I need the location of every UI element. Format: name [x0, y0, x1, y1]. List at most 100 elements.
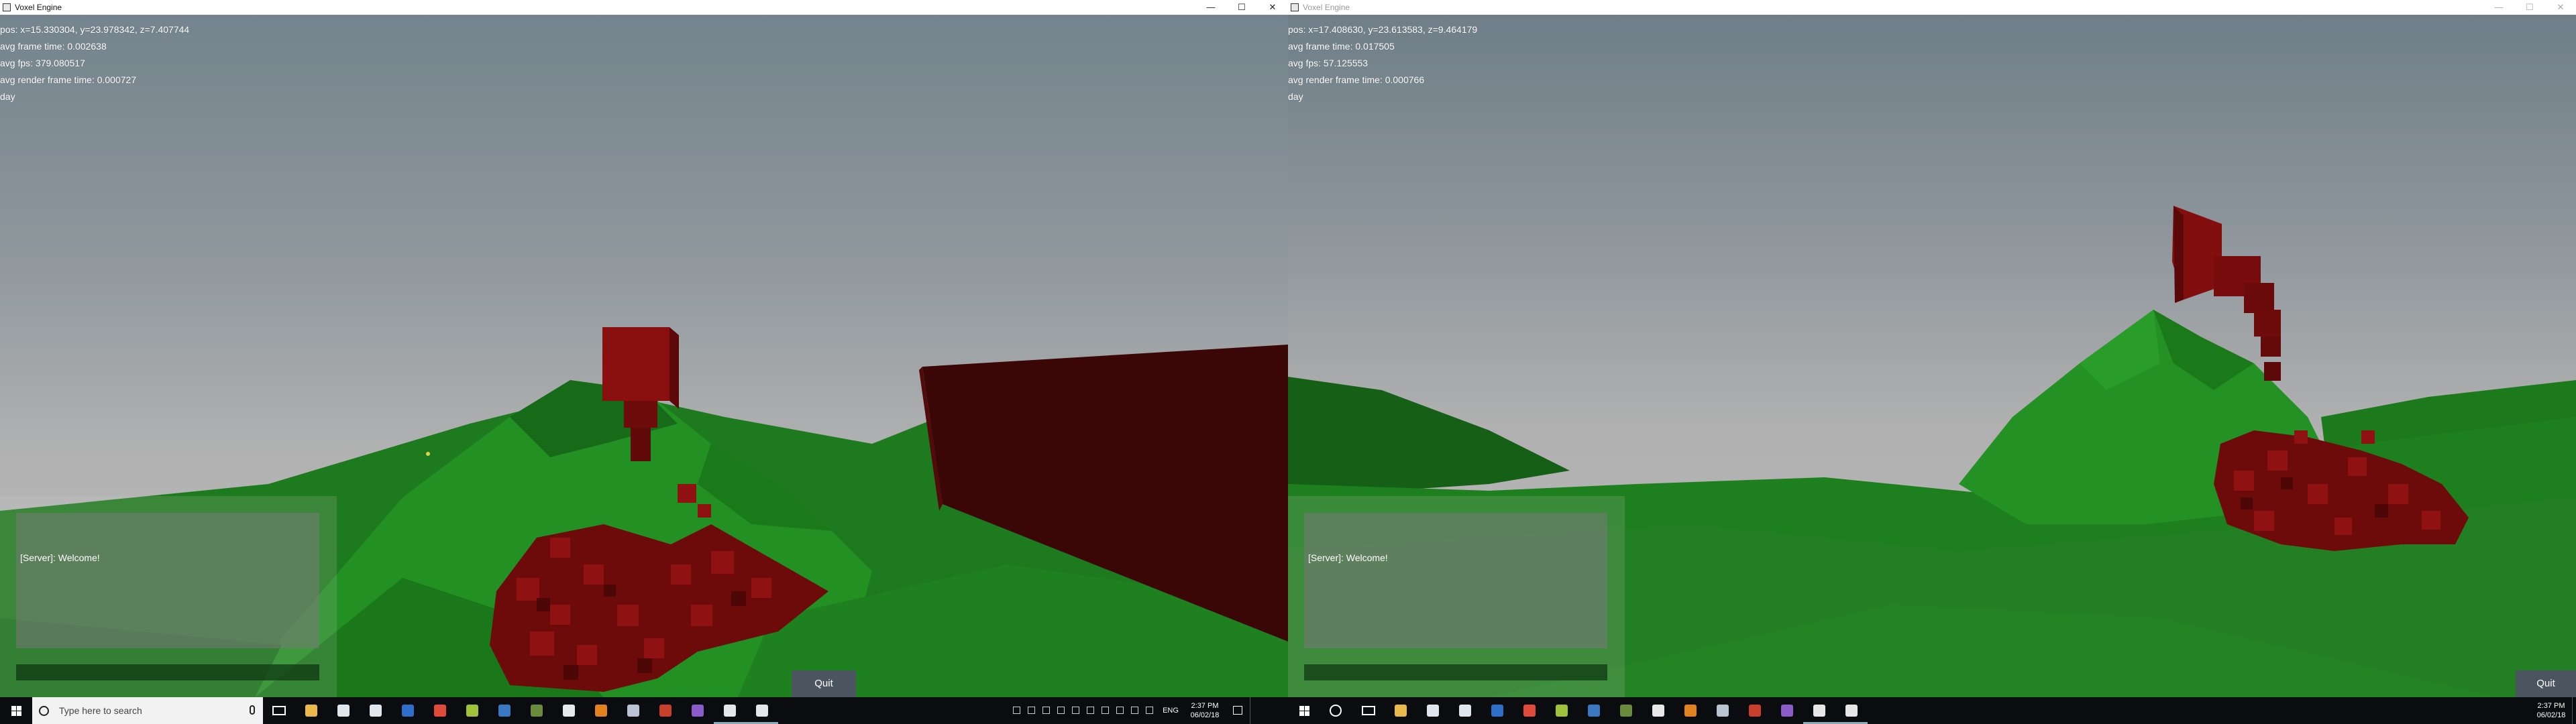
chat-input[interactable]: [16, 664, 319, 680]
taskbar-app-button[interactable]: [1835, 697, 1868, 724]
position-readout: pos: x=17.408630, y=23.613583, z=9.46417…: [1288, 24, 1478, 35]
search-app-icon: [595, 705, 607, 717]
taskbar-app-button[interactable]: [488, 697, 521, 724]
taskbar-app-button[interactable]: [553, 697, 585, 724]
task-view-button[interactable]: [263, 697, 295, 724]
search-placeholder: Type here to search: [59, 705, 142, 716]
game-window-right[interactable]: Voxel Engine — ☐ ✕ pos: x=17.408630, y=2…: [1288, 0, 2576, 697]
clock-date: 06/02/18: [1190, 711, 1220, 719]
action-center-button[interactable]: [1226, 697, 1250, 724]
taskbar-app-button[interactable]: [617, 697, 649, 724]
tray-app-icon[interactable]: [1083, 697, 1098, 724]
close-button[interactable]: ✕: [2545, 0, 2576, 15]
onedrive-icon: [1459, 705, 1471, 717]
taskbar-left: Type here to search ENG 2:37 PM 06/02/18: [0, 697, 1288, 724]
taskbar-app-button[interactable]: [1449, 697, 1481, 724]
tray-app-icon[interactable]: [1039, 697, 1054, 724]
taskbar-app-button[interactable]: [1739, 697, 1771, 724]
windows-logo-icon: [1299, 706, 1309, 716]
quit-button[interactable]: Quit: [792, 670, 856, 697]
file-explorer-icon: [1395, 705, 1407, 717]
voxel-engine-icon: [1813, 705, 1825, 717]
taskbar-app-button[interactable]: [1610, 697, 1642, 724]
taskbar-app-button[interactable]: [1385, 697, 1417, 724]
position-readout: pos: x=15.330304, y=23.978342, z=7.40774…: [0, 24, 190, 35]
title-bar[interactable]: Voxel Engine — ☐ ✕: [1288, 0, 2576, 15]
tray-app-icon[interactable]: [1054, 697, 1069, 724]
taskbar-app-button[interactable]: [1546, 697, 1578, 724]
visual-studio-icon: [692, 705, 704, 717]
taskbar-app-button[interactable]: [1417, 697, 1449, 724]
pinned-apps: [295, 697, 778, 724]
taskbar-app-button[interactable]: [714, 697, 746, 724]
maximize-button[interactable]: ☐: [1226, 0, 1257, 15]
keyboard-icon[interactable]: [1142, 697, 1157, 724]
window-title: Voxel Engine: [1303, 3, 1350, 12]
chat-log[interactable]: [Server]: Welcome!: [1304, 513, 1607, 648]
render-time-readout: avg render frame time: 0.000766: [1288, 74, 1425, 85]
taskbar-app-button[interactable]: [456, 697, 488, 724]
quit-button[interactable]: Quit: [2516, 670, 2576, 697]
taskbar-app-button[interactable]: [295, 697, 327, 724]
microphone-icon[interactable]: [250, 705, 255, 715]
taskbar-app-button[interactable]: [1803, 697, 1835, 724]
show-desktop-button[interactable]: [2572, 697, 2576, 724]
taskbar-app-button[interactable]: [1771, 697, 1803, 724]
window-title: Voxel Engine: [15, 3, 62, 12]
taskbar-app-button[interactable]: [1674, 697, 1707, 724]
chevron-up-icon[interactable]: [1024, 697, 1039, 724]
mail-icon: [563, 705, 575, 717]
taskbar-app-button[interactable]: [1707, 697, 1739, 724]
people-icon[interactable]: [1010, 697, 1024, 724]
render-time-readout: avg render frame time: 0.000727: [0, 74, 137, 85]
game-window-left[interactable]: Voxel Engine — ☐ ✕ pos: x=15.330304, y=2…: [0, 0, 1288, 697]
search-app-icon: [1684, 705, 1697, 717]
close-button[interactable]: ✕: [1257, 0, 1288, 15]
clock-time: 2:37 PM: [2537, 702, 2565, 710]
time-of-day: day: [0, 91, 15, 102]
task-view-button[interactable]: [1352, 697, 1385, 724]
taskbar-app-button[interactable]: [746, 697, 778, 724]
taskbar-app-button[interactable]: [1578, 697, 1610, 724]
app-icon: [3, 3, 11, 11]
taskbar-app-button[interactable]: [1481, 697, 1513, 724]
task-view-icon: [1362, 706, 1375, 715]
show-desktop-button[interactable]: [1250, 697, 1254, 724]
file-explorer-icon: [305, 705, 317, 717]
taskbar-app-button[interactable]: [682, 697, 714, 724]
steam-icon: [1588, 705, 1600, 717]
start-button[interactable]: [1288, 697, 1320, 724]
language-indicator[interactable]: ENG: [1157, 707, 1184, 715]
taskbar-app-button[interactable]: [360, 697, 392, 724]
time-of-day: day: [1288, 91, 1303, 102]
windows-logo-icon: [11, 706, 21, 716]
taskbar-app-button[interactable]: [521, 697, 553, 724]
taskbar-app-button[interactable]: [1513, 697, 1546, 724]
chat-message: [Server]: Welcome!: [1308, 552, 1388, 563]
minimize-button[interactable]: —: [2483, 0, 2514, 15]
battery-icon[interactable]: [1098, 697, 1113, 724]
taskbar-app-button[interactable]: [327, 697, 360, 724]
volume-icon[interactable]: [1128, 697, 1142, 724]
maximize-button[interactable]: ☐: [2514, 0, 2545, 15]
visual-studio-icon: [1781, 705, 1793, 717]
notification-icon: [1233, 706, 1242, 715]
chat-input[interactable]: [1304, 664, 1607, 680]
cortana-button[interactable]: [1320, 697, 1352, 724]
taskbar-app-button[interactable]: [649, 697, 682, 724]
taskbar-app-button[interactable]: [1642, 697, 1674, 724]
chat-log[interactable]: [Server]: Welcome!: [16, 513, 319, 648]
cortana-icon: [39, 706, 49, 716]
start-button[interactable]: [0, 697, 32, 724]
clock[interactable]: 2:37 PM 06/02/18: [2530, 701, 2572, 720]
search-box[interactable]: Type here to search: [32, 697, 263, 724]
taskbar-app-button[interactable]: [392, 697, 424, 724]
minimize-button[interactable]: —: [1195, 0, 1226, 15]
title-bar[interactable]: Voxel Engine — ☐ ✕: [0, 0, 1288, 15]
network-icon[interactable]: [1113, 697, 1128, 724]
clock[interactable]: 2:37 PM 06/02/18: [1184, 701, 1226, 720]
minecraft-icon: [1620, 705, 1632, 717]
taskbar-app-button[interactable]: [585, 697, 617, 724]
taskbar-app-button[interactable]: [424, 697, 456, 724]
tray-app-icon[interactable]: [1069, 697, 1083, 724]
